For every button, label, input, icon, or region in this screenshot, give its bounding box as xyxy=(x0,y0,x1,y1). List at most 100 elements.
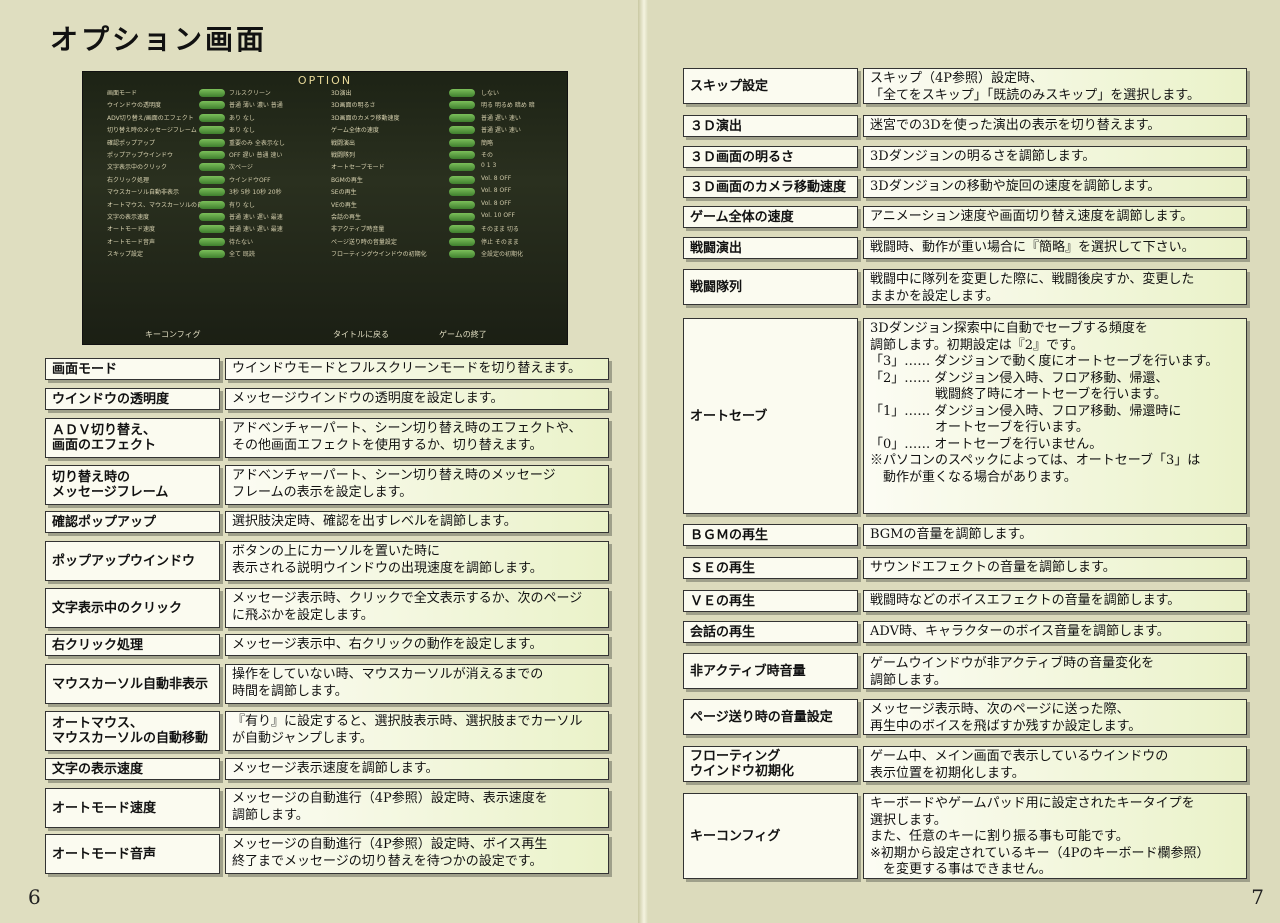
option-row: 確認ポップアップ 重要のみ 全表示なし xyxy=(107,138,342,149)
option-values: 普通 遅い 速い xyxy=(481,127,521,135)
setting-label: 文字表示中のクリック xyxy=(45,588,220,628)
setting-description: メッセージ表示中、右クリックの動作を設定します。 xyxy=(225,634,609,656)
option-label: オートモード速度 xyxy=(107,226,156,234)
option-label: 右クリック処理 xyxy=(107,176,150,184)
option-label: 戦闘隊列 xyxy=(331,152,356,159)
option-values: 待たない xyxy=(229,238,254,246)
page-number-right: 7 xyxy=(1251,885,1264,909)
option-values: 簡略 xyxy=(481,139,494,147)
option-label: ページ送り時の音量設定 xyxy=(331,238,397,246)
option-row: SEの再生 Vol. 8 OFF xyxy=(331,187,566,198)
option-row: 戦闘演出 簡略 xyxy=(331,138,566,149)
option-toggle xyxy=(449,225,475,234)
setting-description: メッセージウインドウの透明度を設定します。 xyxy=(225,388,609,410)
option-toggle xyxy=(449,113,475,122)
option-toggle xyxy=(449,188,475,197)
option-values: あり なし xyxy=(229,127,255,135)
option-toggle xyxy=(199,250,225,259)
option-label: オートモード音声 xyxy=(107,238,156,246)
option-values: 次ページ xyxy=(229,164,253,172)
left-page: オプション画面 OPTION 画面モード フルスクリーン ウインドウの透明度 普通 薄… xyxy=(0,0,640,923)
option-row: ポップアップウインドウ OFF 遅い 普通 速い xyxy=(107,150,342,161)
option-toggle xyxy=(199,138,225,147)
setting-description: スキップ（4P参照）設定時、 「全てをスキップ」「既読のみスキップ」を選択します… xyxy=(863,68,1247,104)
option-toggle xyxy=(449,213,475,221)
setting-row: ３Ｄ画面の明るさ 3Dダンジョンの明るさを調節します。 xyxy=(683,146,1247,168)
setting-description: 3Dダンジョンの移動や旋回の速度を調節します。 xyxy=(863,176,1247,198)
setting-label: ＳＥの再生 xyxy=(683,557,858,579)
setting-row: ゲーム全体の速度 アニメーション速度や画面切り替え速度を調節します。 xyxy=(683,206,1247,228)
option-values: Vol. 8 OFF xyxy=(481,174,512,182)
option-toggle xyxy=(199,200,225,209)
setting-row: 非アクティブ時音量 ゲームウインドウが非アクティブ時の音量変化を 調節します。 xyxy=(683,653,1247,689)
setting-label: 戦闘隊列 xyxy=(683,269,858,305)
setting-label: ゲーム全体の速度 xyxy=(683,206,858,228)
setting-row: 文字の表示速度 メッセージ表示速度を調節します。 xyxy=(45,758,609,780)
setting-row: オートモード速度 メッセージの自動進行（4P参照）設定時、表示速度を 調節します。 xyxy=(45,788,609,828)
option-label: 3D画面の明るさ xyxy=(331,102,376,110)
option-row: 3D画面のカメラ移動速度 普通 遅い 速い xyxy=(331,113,566,124)
setting-row: 画面モード ウインドウモードとフルスクリーンモードを切り替えます。 xyxy=(45,358,609,380)
setting-row: 切り替え時の メッセージフレーム アドベンチャーパート、シーン切り替え時のメッセー… xyxy=(45,465,609,505)
option-values: 全設定の初期化 xyxy=(481,251,524,259)
option-toggle xyxy=(199,188,225,197)
setting-row: ＡＤＶ切り替え、 画面のエフェクト アドベンチャーパート、シーン切り替え時のエフェ… xyxy=(45,418,609,458)
setting-row: ３Ｄ演出 迷宮での3Dを使った演出の表示を切り替えます。 xyxy=(683,115,1247,137)
option-row: 文字表示中のクリック 次ページ xyxy=(107,162,342,173)
option-toggle xyxy=(199,225,225,234)
setting-label: フローティング ウインドウ初期化 xyxy=(683,746,858,782)
option-label: BGMの再生 xyxy=(331,176,363,184)
setting-description: アドベンチャーパート、シーン切り替え時のメッセージ フレームの表示を設定します。 xyxy=(225,465,609,505)
option-toggle xyxy=(449,151,475,159)
option-toggle xyxy=(449,101,475,110)
screenshot-title: OPTION xyxy=(297,74,353,87)
setting-row: オートセーブ 3Dダンジョン探索中に自動でセーブする頻度を 調節します。初期設定は… xyxy=(683,318,1247,514)
setting-row: ＶＥの再生 戦闘時などのボイスエフェクトの音量を調節します。 xyxy=(683,590,1247,612)
option-screenshot: OPTION 画面モード フルスクリーン ウインドウの透明度 普通 薄い 濃い 普通 A… xyxy=(82,71,568,345)
option-values: 0 1 3 xyxy=(481,162,497,170)
setting-label: マウスカーソル自動非表示 xyxy=(45,664,220,704)
setting-label: ３Ｄ画面のカメラ移動速度 xyxy=(683,176,858,198)
setting-row: キーコンフィグ キーボードやゲームパッド用に設定されたキータイプを 選択します。 … xyxy=(683,793,1247,879)
option-values: あり なし xyxy=(229,114,255,122)
setting-label: 確認ポップアップ xyxy=(45,511,220,533)
option-toggle xyxy=(199,113,225,122)
setting-label: オートモード音声 xyxy=(45,834,220,874)
option-label: ゲーム全体の速度 xyxy=(331,127,379,135)
option-values: フルスクリーン xyxy=(229,90,271,97)
option-label: 会話の再生 xyxy=(331,214,362,221)
setting-label: 切り替え時の メッセージフレーム xyxy=(45,465,220,505)
option-row: BGMの再生 Vol. 8 OFF xyxy=(331,175,566,186)
setting-label: 画面モード xyxy=(45,358,220,380)
option-toggle xyxy=(449,138,475,147)
option-toggle xyxy=(199,89,225,97)
option-toggle xyxy=(199,151,225,159)
setting-description: アドベンチャーパート、シーン切り替え時のエフェクトや、 その他画面エフェクトを使… xyxy=(225,418,609,458)
setting-row: 確認ポップアップ 選択肢決定時、確認を出すレベルを調節します。 xyxy=(45,511,609,533)
setting-description: 3Dダンジョン探索中に自動でセーブする頻度を 調節します。初期設定は『2』です。… xyxy=(863,318,1247,514)
setting-description: 戦闘時などのボイスエフェクトの音量を調節します。 xyxy=(863,590,1247,612)
setting-label: ポップアップウインドウ xyxy=(45,541,220,581)
option-label: 非アクティブ時音量 xyxy=(331,226,385,234)
setting-label: ページ送り時の音量設定 xyxy=(683,699,858,735)
option-label: 文字の表示速度 xyxy=(107,214,150,221)
option-row: ゲーム全体の速度 普通 遅い 速い xyxy=(331,125,566,136)
option-row: オートセーブモード 0 1 3 xyxy=(331,162,566,173)
option-row: 文字の表示速度 普通 速い 遅い 最速 xyxy=(107,212,342,223)
option-label: フローティングウインドウの初期化 xyxy=(331,251,427,259)
quit-game-button: ゲームの終了 xyxy=(439,330,487,339)
setting-row: ３Ｄ画面のカメラ移動速度 3Dダンジョンの移動や旋回の速度を調節します。 xyxy=(683,176,1247,198)
setting-description: メッセージ表示速度を調節します。 xyxy=(225,758,609,780)
option-values: Vol. 8 OFF xyxy=(481,187,512,195)
setting-description: 選択肢決定時、確認を出すレベルを調節します。 xyxy=(225,511,609,533)
setting-description: 戦闘時、動作が重い場合に『簡略』を選択して下さい。 xyxy=(863,237,1247,259)
option-label: 切り替え時のメッセージフレーム xyxy=(107,127,197,135)
setting-row: 文字表示中のクリック メッセージ表示時、クリックで全文表示するか、次のページ に飛… xyxy=(45,588,609,628)
setting-row: フローティング ウインドウ初期化 ゲーム中、メイン画面で表示しているウインドウの … xyxy=(683,746,1247,782)
option-toggle xyxy=(449,200,475,209)
option-values: そのまま 切る xyxy=(481,226,519,234)
setting-description: 迷宮での3Dを使った演出の表示を切り替えます。 xyxy=(863,115,1247,137)
setting-label: 会話の再生 xyxy=(683,621,858,643)
setting-description: メッセージの自動進行（4P参照）設定時、ボイス再生 終了までメッセージの切り替え… xyxy=(225,834,609,874)
option-label: オートセーブモード xyxy=(331,164,385,172)
